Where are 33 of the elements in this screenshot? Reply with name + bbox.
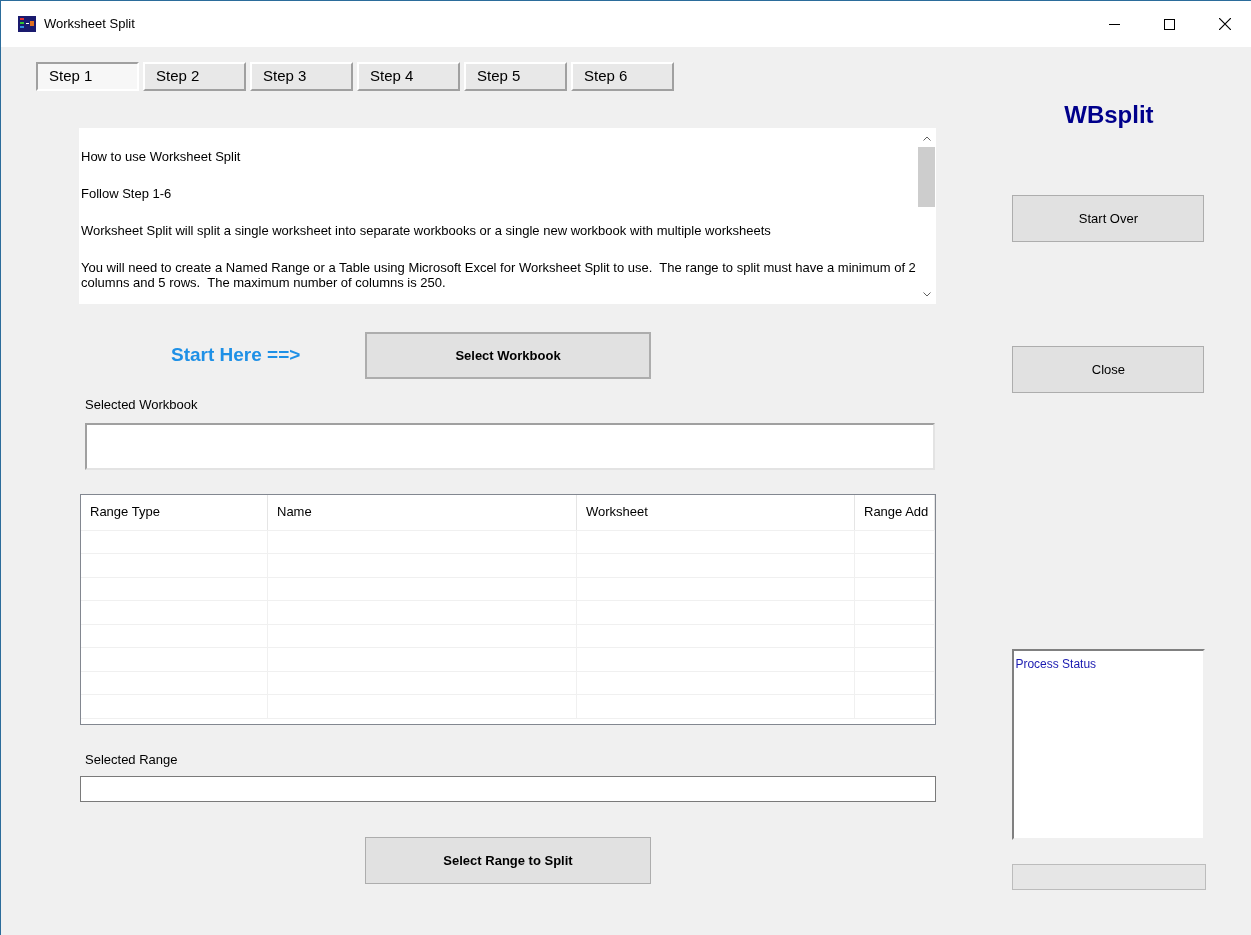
minimize-icon[interactable]: [1109, 23, 1120, 25]
brand-title: WBsplit: [1063, 100, 1155, 130]
selected-workbook-field[interactable]: [85, 422, 935, 470]
scrollbar-thumb[interactable]: [918, 147, 935, 207]
step-tab[interactable]: Step 2: [143, 62, 246, 91]
instruction-paragraph: You will need to create a Named Range or a Table using Microsoft Excel for Worksheet Split to use. The range to split must have a minimum of 2 columns and 5 rows. The maximum number of columns is 250.: [81, 260, 917, 290]
step-tab[interactable]: Step 1: [36, 62, 139, 91]
instruction-paragraph: Worksheet Split will split a single worksheet into separate workbooks or a single new workbook with multiple worksheets: [81, 223, 772, 238]
step-tab[interactable]: Step 4: [357, 62, 460, 91]
step-tab[interactable]: Step 6: [571, 62, 674, 91]
column-header[interactable]: Range Type: [81, 494, 268, 530]
selected-range-field[interactable]: [80, 776, 936, 802]
scroll-down-icon[interactable]: [922, 292, 931, 297]
scroll-up-icon[interactable]: [922, 136, 931, 141]
field-label: Selected Workbook: [85, 396, 199, 414]
close-icon[interactable]: [1219, 18, 1231, 30]
app-icon: [18, 16, 36, 32]
start-here-label: Start Here ==>: [171, 343, 302, 368]
step-tab[interactable]: Step 5: [464, 62, 567, 91]
instruction-paragraph: How to use Worksheet Split: [81, 149, 242, 164]
column-header[interactable]: Name: [268, 494, 577, 530]
process-status-text: Process Status: [1015, 657, 1097, 671]
close-button[interactable]: Close: [1012, 346, 1205, 393]
field-label: Selected Range: [85, 750, 179, 769]
column-header[interactable]: Range Add: [855, 494, 935, 530]
column-header[interactable]: Worksheet: [577, 494, 855, 530]
start-over-button[interactable]: Start Over: [1012, 195, 1205, 242]
maximize-icon[interactable]: [1164, 18, 1175, 30]
window-title: Worksheet Split: [44, 15, 135, 34]
step-tab[interactable]: Step 3: [250, 62, 353, 91]
select-range-button[interactable]: Select Range to Split: [365, 837, 651, 884]
instruction-paragraph: Follow Step 1-6: [81, 186, 173, 201]
select-workbook-button[interactable]: Select Workbook: [365, 332, 651, 379]
